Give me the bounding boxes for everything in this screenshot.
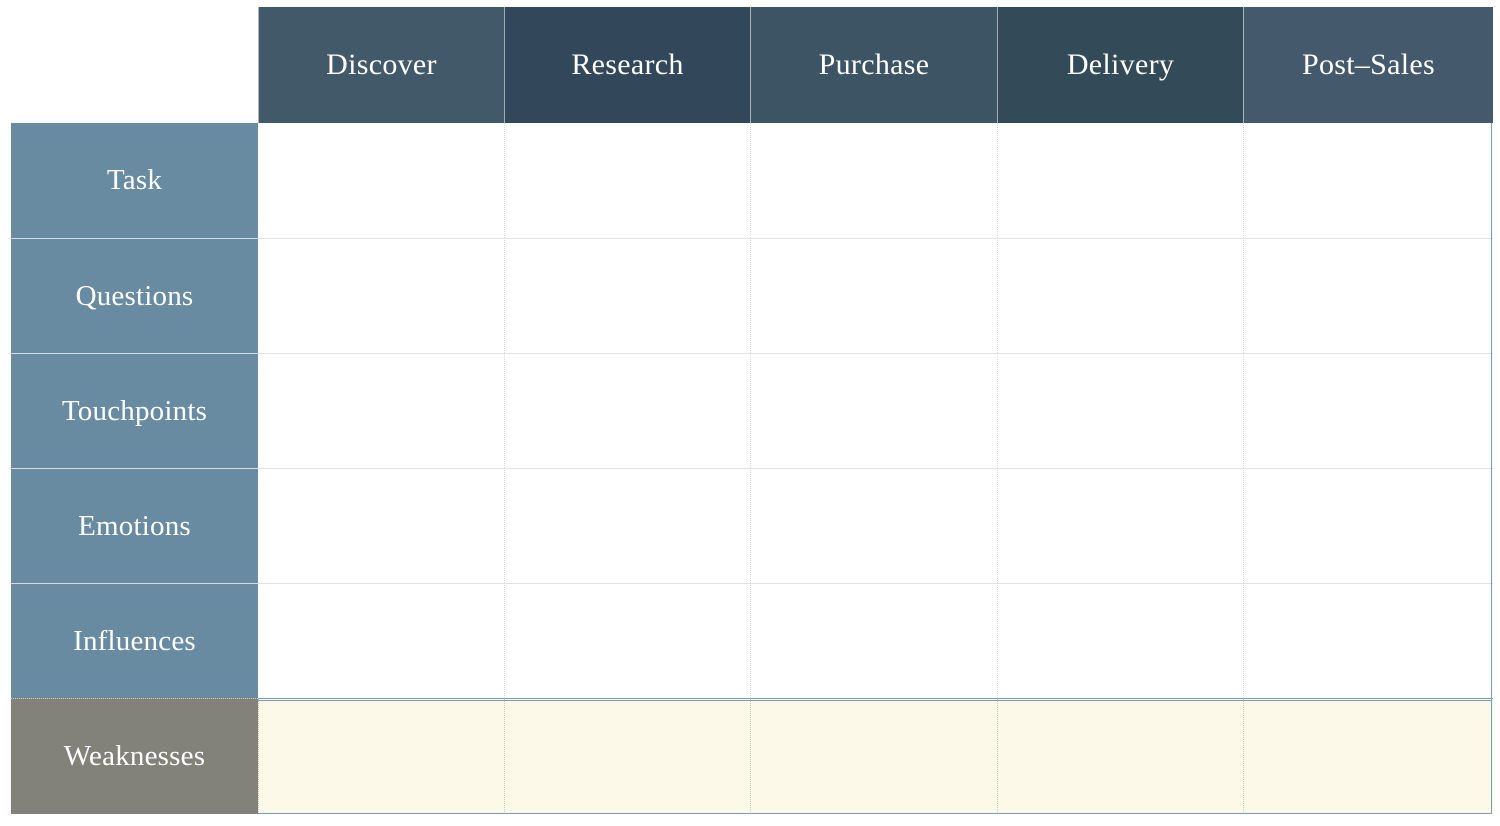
cell-weaknesses-discover[interactable] <box>258 698 504 814</box>
cell-emotions-delivery[interactable] <box>997 468 1243 583</box>
cell-touchpoints-discover[interactable] <box>258 353 504 468</box>
row-header-task[interactable]: Task <box>11 123 258 238</box>
cell-questions-research[interactable] <box>504 238 750 353</box>
cell-touchpoints-delivery[interactable] <box>997 353 1243 468</box>
cell-task-research[interactable] <box>504 123 750 238</box>
cell-questions-purchase[interactable] <box>750 238 997 353</box>
cell-influences-research[interactable] <box>504 583 750 698</box>
column-header-research[interactable]: Research <box>504 7 750 123</box>
journey-map-grid: Discover Research Purchase Delivery Post… <box>11 7 1493 814</box>
cell-questions-discover[interactable] <box>258 238 504 353</box>
weaknesses-row-top-rule <box>258 700 1492 701</box>
grid-right-rule <box>1491 123 1492 813</box>
cell-task-discover[interactable] <box>258 123 504 238</box>
row-header-emotions[interactable]: Emotions <box>11 468 258 583</box>
cell-influences-purchase[interactable] <box>750 583 997 698</box>
cell-emotions-research[interactable] <box>504 468 750 583</box>
grid-bottom-rule <box>258 813 1492 814</box>
cell-weaknesses-post-sales[interactable] <box>1243 698 1493 814</box>
cell-influences-discover[interactable] <box>258 583 504 698</box>
grid-corner-cell <box>11 7 258 123</box>
journey-map: Discover Research Purchase Delivery Post… <box>0 0 1500 826</box>
cell-task-post-sales[interactable] <box>1243 123 1493 238</box>
cell-weaknesses-delivery[interactable] <box>997 698 1243 814</box>
cell-questions-delivery[interactable] <box>997 238 1243 353</box>
cell-touchpoints-post-sales[interactable] <box>1243 353 1493 468</box>
cell-influences-delivery[interactable] <box>997 583 1243 698</box>
cell-touchpoints-research[interactable] <box>504 353 750 468</box>
row-header-questions[interactable]: Questions <box>11 238 258 353</box>
cell-weaknesses-purchase[interactable] <box>750 698 997 814</box>
cell-emotions-purchase[interactable] <box>750 468 997 583</box>
column-header-discover[interactable]: Discover <box>258 7 504 123</box>
cell-influences-post-sales[interactable] <box>1243 583 1493 698</box>
row-header-weaknesses[interactable]: Weaknesses <box>11 698 258 814</box>
row-header-touchpoints[interactable]: Touchpoints <box>11 353 258 468</box>
cell-emotions-post-sales[interactable] <box>1243 468 1493 583</box>
cell-task-purchase[interactable] <box>750 123 997 238</box>
cell-touchpoints-purchase[interactable] <box>750 353 997 468</box>
cell-weaknesses-research[interactable] <box>504 698 750 814</box>
column-header-purchase[interactable]: Purchase <box>750 7 997 123</box>
column-header-post-sales[interactable]: Post–Sales <box>1243 7 1493 123</box>
cell-task-delivery[interactable] <box>997 123 1243 238</box>
column-header-delivery[interactable]: Delivery <box>997 7 1243 123</box>
cell-emotions-discover[interactable] <box>258 468 504 583</box>
row-header-influences[interactable]: Influences <box>11 583 258 698</box>
cell-questions-post-sales[interactable] <box>1243 238 1493 353</box>
